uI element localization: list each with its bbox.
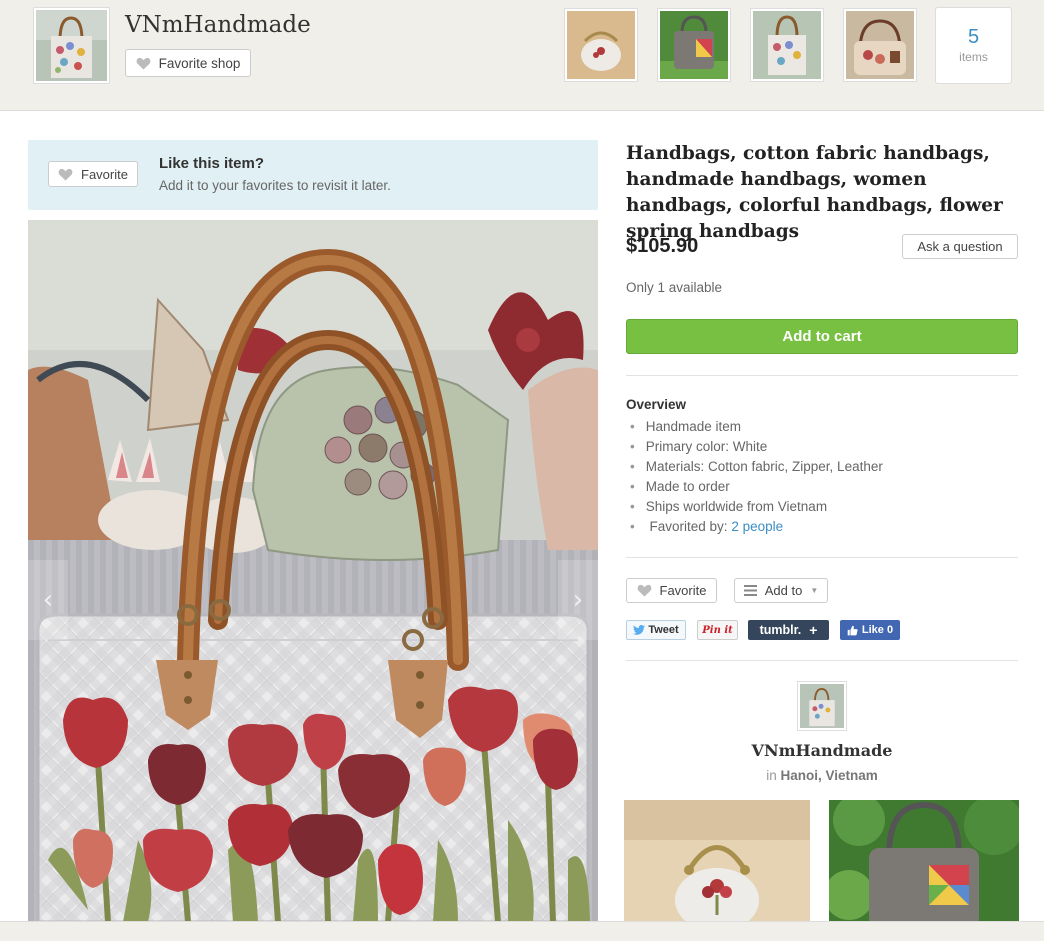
like-label: Like 0 (861, 624, 894, 636)
availability-text: Only 1 available (626, 280, 723, 295)
tote-bag-image (800, 684, 844, 728)
patchwork-bag-image (829, 800, 1019, 922)
page-footer-bar (0, 921, 1044, 941)
overview-list: Handmade item Primary color: White Mater… (630, 417, 883, 537)
patchwork-bag-image (660, 11, 728, 79)
listing-main: Favorite Like this item? Add it to your … (0, 110, 1044, 922)
favorite-item-label: Favorite (81, 166, 128, 182)
listing-price: $105.90 (626, 235, 699, 257)
items-count-label: items (959, 50, 988, 64)
tweet-label: Tweet (648, 624, 679, 636)
heart-icon (58, 168, 73, 181)
divider (626, 557, 1018, 558)
plus-icon: + (809, 622, 818, 638)
tumblr-share-button[interactable]: tumblr. + (748, 620, 829, 640)
overview-item: Ships worldwide from Vietnam (630, 497, 883, 517)
chevron-left-icon: ‹ (42, 585, 54, 615)
favorite-shop-label: Favorite shop (158, 55, 241, 71)
shop-items-count[interactable]: 5 items (935, 7, 1012, 84)
add-to-label: Add to (764, 583, 803, 598)
listing-title: Handbags, cotton fabric handbags, handma… (626, 143, 1003, 242)
favorite-label: Favorite (659, 583, 707, 598)
shop-card-name[interactable]: VNmHandmade (626, 741, 1018, 760)
items-count-number: 5 (967, 26, 980, 48)
divider (626, 375, 1018, 376)
coin-purse-image (624, 800, 810, 922)
caret-down-icon: ▼ (810, 586, 819, 595)
like-this-item-box: Favorite Like this item? Add it to your … (28, 140, 598, 210)
main-product-photo[interactable]: ‹ › (28, 220, 598, 922)
ask-question-button[interactable]: Ask a question (902, 234, 1018, 259)
list-icon (743, 585, 757, 596)
heart-icon (637, 584, 651, 597)
tumblr-label: tumblr. (759, 623, 802, 637)
thumbnail-tote-bag[interactable] (750, 8, 824, 82)
thumbnail-flower-bag[interactable] (843, 8, 917, 82)
shop-header: VNmHandmade Favorite shop 5 items (0, 0, 1044, 110)
favorited-by-label: Favorited by: (649, 519, 728, 534)
favorite-button[interactable]: Favorite (626, 578, 717, 603)
thumbs-up-icon (847, 625, 858, 635)
favorite-item-button[interactable]: Favorite (48, 161, 138, 187)
shop-card-location: in Hanoi, Vietnam (626, 768, 1018, 783)
thumbnail-patchwork-bag[interactable] (657, 8, 731, 82)
tote-bag-image (753, 11, 821, 79)
add-to-cart-button[interactable]: Add to cart (626, 319, 1018, 354)
shop-location-value: Hanoi, Vietnam (780, 768, 878, 783)
overview-item-favorited: Favorited by: 2 people (630, 517, 883, 537)
overview-item: Made to order (630, 477, 883, 497)
flower-bag-image (846, 11, 914, 79)
handbag-photo (28, 220, 598, 922)
tote-bag-image (36, 10, 107, 81)
overview-item: Handmade item (630, 417, 883, 437)
heart-icon (136, 57, 150, 70)
like-box-subtitle: Add it to your favorites to revisit it l… (159, 178, 391, 193)
pin-it-label: Pin it (702, 624, 733, 636)
divider (626, 660, 1018, 661)
overview-item: Materials: Cotton fabric, Zipper, Leathe… (630, 457, 883, 477)
thumbnail-coin-purse[interactable] (564, 8, 638, 82)
add-to-list-button[interactable]: Add to ▼ (734, 578, 828, 603)
chevron-right-icon: › (572, 585, 584, 615)
shop-item-thumbnails (564, 8, 917, 82)
shop-listing-coin-purse[interactable] (624, 800, 810, 922)
pin-it-button[interactable]: Pin it (697, 620, 738, 640)
shop-avatar[interactable] (33, 7, 110, 84)
like-box-title: Like this item? (159, 155, 265, 172)
twitter-bird-icon (633, 625, 646, 635)
favorited-by-link[interactable]: 2 people (731, 519, 783, 534)
previous-image-button[interactable]: ‹ (28, 560, 68, 640)
tweet-button[interactable]: Tweet (626, 620, 686, 640)
next-image-button[interactable]: › (558, 560, 598, 640)
favorite-shop-button[interactable]: Favorite shop (125, 49, 251, 77)
coin-purse-image (567, 11, 635, 79)
shop-location-prefix: in (766, 768, 777, 783)
shop-name[interactable]: VNmHandmade (125, 12, 311, 38)
overview-item: Primary color: White (630, 437, 883, 457)
overview-title: Overview (626, 397, 687, 412)
facebook-like-button[interactable]: Like 0 (840, 620, 900, 640)
shop-card-avatar[interactable] (797, 681, 847, 731)
shop-listing-patchwork-bag[interactable] (829, 800, 1019, 922)
